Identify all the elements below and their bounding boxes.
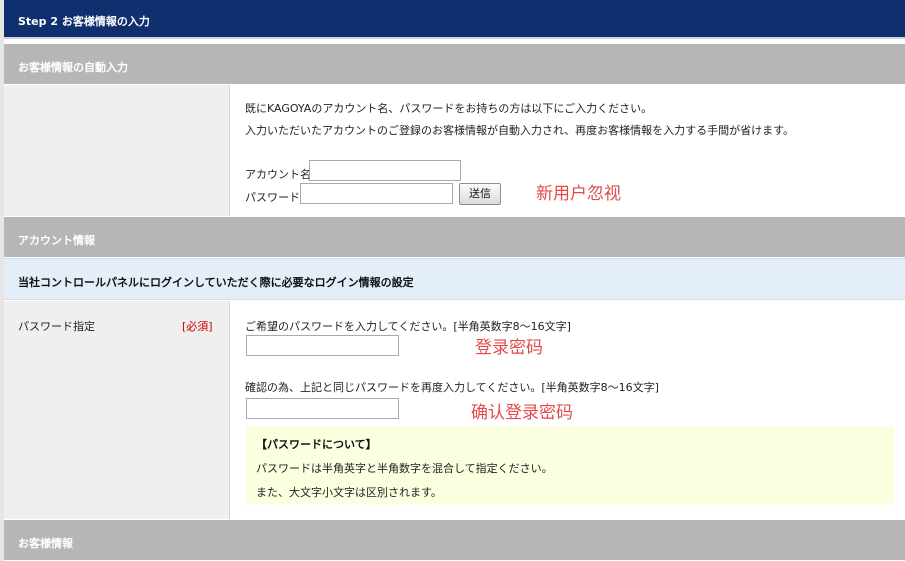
auto-input-row: 既にKAGOYAのアカウント名、パスワードをお持ちの方は以下にご入力ください。 … xyxy=(4,85,905,216)
required-badge: [必須] xyxy=(182,320,213,333)
step-header: Step 2 お客様情報の入力 xyxy=(4,0,905,39)
account-info-section-bar: アカウント情報 xyxy=(4,217,905,257)
step-title: Step 2 お客様情報の入力 xyxy=(18,15,150,28)
auto-input-label-cell xyxy=(4,85,230,216)
login-info-notice: 当社コントロールパネルにログインしていただく際に必要なログイン情報の設定 xyxy=(4,258,905,300)
account-name-input[interactable] xyxy=(309,160,461,181)
password-note-line1: パスワードは半角英字と半角数字を混合して指定ください。 xyxy=(256,462,553,475)
password-instruction: ご希望のパスワードを入力してください。[半角英数字8～16文字] xyxy=(245,320,571,333)
submit-button[interactable]: 送信 xyxy=(459,183,501,205)
auto-input-section-bar: お客様情報の自動入力 xyxy=(4,44,905,84)
password-label: パスワード xyxy=(245,191,300,204)
password-note-title: 【パスワードについて】 xyxy=(256,438,377,451)
confirm-password-annotation: 确认登录密码 xyxy=(471,403,573,423)
new-user-annotation: 新用户忽视 xyxy=(536,184,621,204)
password-row: パスワード指定 [必須] ご希望のパスワードを入力してください。[半角英数字8～… xyxy=(4,301,905,519)
password-label-cell: パスワード指定 [必須] xyxy=(4,301,230,519)
confirm-password-input[interactable] xyxy=(246,398,399,419)
account-name-label: アカウント名 xyxy=(245,168,311,181)
auto-input-title: お客様情報の自動入力 xyxy=(18,61,128,74)
new-password-input[interactable] xyxy=(246,335,399,356)
password-note-box: 【パスワードについて】 パスワードは半角英字と半角数字を混合して指定ください。 … xyxy=(246,426,894,505)
confirm-instruction: 確認の為、上記と同じパスワードを再度入力してください。[半角英数字8～16文字] xyxy=(245,381,659,394)
account-info-title: アカウント情報 xyxy=(18,234,95,247)
login-info-notice-text: 当社コントロールパネルにログインしていただく際に必要なログイン情報の設定 xyxy=(18,276,414,289)
auto-input-content-cell: 既にKAGOYAのアカウント名、パスワードをお持ちの方は以下にご入力ください。 … xyxy=(231,85,905,216)
password-spec-label: パスワード指定 xyxy=(18,320,95,333)
auto-input-intro-line1: 既にKAGOYAのアカウント名、パスワードをお持ちの方は以下にご入力ください。 xyxy=(245,102,653,115)
login-password-annotation: 登录密码 xyxy=(475,338,543,358)
customer-info-title: お客様情報 xyxy=(18,537,73,550)
password-content-cell: ご希望のパスワードを入力してください。[半角英数字8～16文字] 登录密码 確認… xyxy=(231,301,905,519)
customer-info-section-bar: お客様情報 xyxy=(4,520,905,560)
password-note-line2: また、大文字小文字は区別されます。 xyxy=(256,486,442,499)
login-password-input[interactable] xyxy=(300,183,453,204)
auto-input-intro-line2: 入力いただいたアカウントのご登録のお客様情報が自動入力され、再度お客様情報を入力… xyxy=(245,124,795,137)
